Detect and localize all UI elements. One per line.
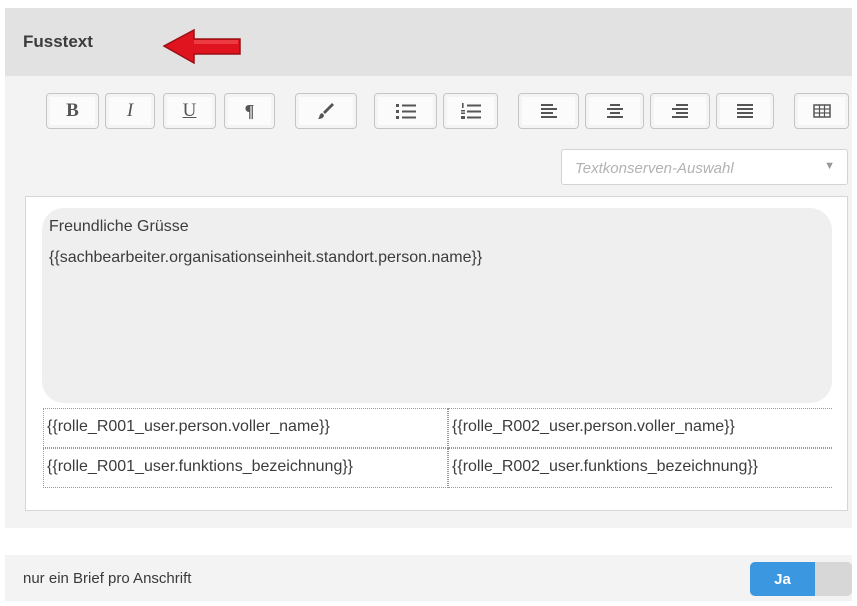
- red-arrow-icon: [160, 26, 244, 71]
- table-button[interactable]: [794, 93, 849, 129]
- toggle-on-label: Ja: [750, 562, 815, 596]
- justify-button[interactable]: [716, 93, 774, 129]
- bullet-list-button[interactable]: [374, 93, 437, 129]
- underline-button[interactable]: U: [163, 93, 216, 129]
- brush-icon: [316, 101, 336, 121]
- paragraph-button[interactable]: ¶: [224, 93, 275, 129]
- editor-text-area[interactable]: Freundliche Grüsse {{sachbearbeiter.orga…: [42, 208, 832, 403]
- footer-text-editor[interactable]: Freundliche Grüsse {{sachbearbeiter.orga…: [25, 196, 848, 511]
- placeholder-name-line: {{sachbearbeiter.organisationseinheit.st…: [49, 249, 483, 266]
- align-center-button[interactable]: [585, 93, 644, 129]
- align-left-button[interactable]: [518, 93, 579, 129]
- align-right-button[interactable]: [650, 93, 710, 129]
- table-icon: [812, 103, 832, 119]
- panel-title: Fusstext: [23, 32, 93, 51]
- one-letter-per-address-toggle[interactable]: Ja: [750, 562, 852, 596]
- numbered-list-button[interactable]: [443, 93, 498, 129]
- bullet-list-icon: [395, 102, 417, 120]
- table-cell[interactable]: {{rolle_R002_user.person.voller_name}}: [448, 408, 833, 448]
- greeting-line: Freundliche Grüsse: [49, 218, 189, 235]
- signature-table[interactable]: {{rolle_R001_user.person.voller_name}} {…: [43, 408, 833, 488]
- justify-icon: [735, 103, 755, 119]
- bold-button[interactable]: B: [46, 93, 99, 129]
- text-snippet-select[interactable]: Textkonserven-Auswahl ▼: [561, 149, 848, 185]
- select-placeholder: Textkonserven-Auswahl: [575, 160, 734, 177]
- table-cell[interactable]: {{rolle_R001_user.funktions_bezeichnung}…: [43, 448, 448, 488]
- one-letter-per-address-row: nur ein Brief pro Anschrift Ja: [5, 555, 852, 601]
- panel-header: Fusstext: [5, 8, 852, 76]
- align-right-icon: [670, 103, 690, 119]
- toggle-knob[interactable]: [815, 562, 852, 596]
- chevron-down-icon: ▼: [824, 160, 835, 172]
- italic-button[interactable]: I: [105, 93, 155, 129]
- option-label: nur ein Brief pro Anschrift: [23, 570, 192, 587]
- numbered-list-icon: [460, 102, 482, 120]
- table-cell[interactable]: {{rolle_R001_user.person.voller_name}}: [43, 408, 448, 448]
- align-center-icon: [605, 103, 625, 119]
- align-left-icon: [539, 103, 559, 119]
- brush-button[interactable]: [295, 93, 357, 129]
- table-cell[interactable]: {{rolle_R002_user.funktions_bezeichnung}…: [448, 448, 833, 488]
